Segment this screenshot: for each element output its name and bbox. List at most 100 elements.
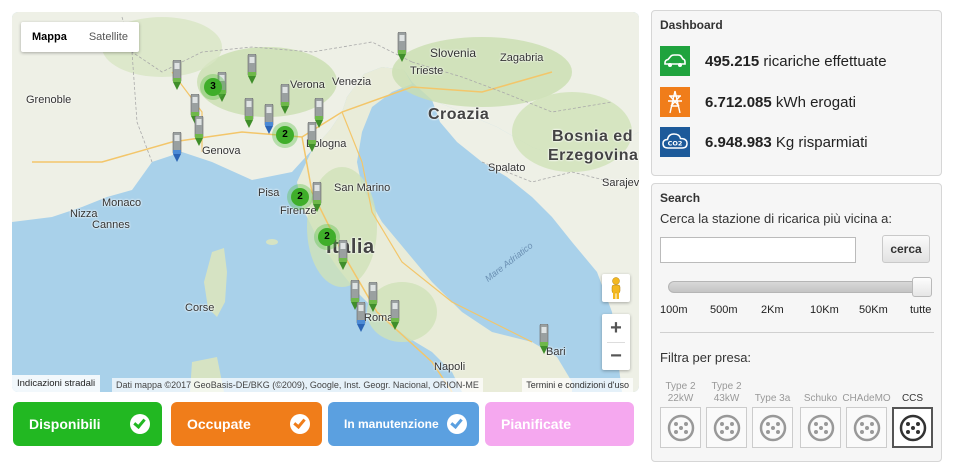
charging-station-marker[interactable]: [307, 121, 317, 152]
map-label-venezia: Venezia: [332, 76, 372, 88]
map-label-grenoble: Grenoble: [26, 94, 72, 106]
plug-name: Schuko: [803, 393, 838, 404]
plug-filter-chademo[interactable]: CHAdeMO: [842, 379, 891, 448]
street-view-pegman-button[interactable]: [602, 274, 630, 302]
plug-filter-type-2-22kw[interactable]: Type 2 22kW: [660, 379, 701, 448]
status-filter-in-manutenzione[interactable]: In manutenzione: [328, 402, 479, 446]
plug-socket-icon: [706, 407, 747, 448]
status-label: Occupate: [187, 416, 251, 432]
check-icon: [130, 414, 150, 434]
plug-socket-icon: [892, 407, 933, 448]
map-label-napoli: Napoli: [434, 361, 466, 373]
map-label-croazia: Croazia: [428, 106, 490, 123]
charging-station-marker[interactable]: [338, 239, 348, 270]
slider-tick: 2Km: [761, 304, 784, 316]
zoom-control: + −: [602, 314, 630, 370]
status-filter-occupate[interactable]: Occupate: [171, 402, 322, 446]
map-label-slovenia: Slovenia: [430, 46, 477, 60]
map-type-map-button[interactable]: Mappa: [21, 22, 78, 52]
map-footer: Indicazioni stradali Dati mappa ©2017 Ge…: [12, 374, 639, 392]
status-filter-disponibili[interactable]: Disponibili: [13, 402, 162, 446]
charging-station-marker[interactable]: [390, 299, 400, 330]
charging-station-marker[interactable]: [312, 181, 322, 212]
stat-recharges: 495.215 ricariche effettuate: [660, 46, 887, 76]
status-filter-pianificate[interactable]: Pianificate: [485, 402, 634, 446]
map-label-verona: Verona: [290, 79, 325, 91]
charging-station-marker[interactable]: [397, 31, 407, 62]
marker-cluster[interactable]: 2: [314, 224, 340, 250]
plug-filter-title: Filtra per presa:: [660, 350, 752, 365]
map-type-satellite-button[interactable]: Satellite: [78, 22, 139, 52]
charging-station-marker[interactable]: [356, 301, 366, 332]
plug-socket-icon: [846, 407, 887, 448]
map-view[interactable]: Slovenia Zagabria Trieste Verona Venezia…: [12, 12, 639, 392]
stat-unit: kWh erogati: [775, 93, 856, 111]
check-icon: [290, 414, 310, 434]
svg-text:CO2: CO2: [668, 140, 683, 148]
slider-tick: 500m: [710, 304, 738, 316]
charging-station-marker[interactable]: [172, 131, 182, 162]
charging-station-marker[interactable]: [539, 323, 549, 354]
co2-cloud-icon: CO2: [660, 127, 690, 157]
cluster-count: 2: [276, 126, 294, 144]
cluster-count: 2: [318, 228, 336, 246]
stat-co2: CO2 6.948.983 Kg risparmiati: [660, 127, 868, 157]
pegman-icon: [611, 277, 621, 299]
charging-station-marker[interactable]: [247, 53, 257, 84]
map-label-monaco: Monaco: [102, 197, 142, 209]
plug-filter-ccs[interactable]: CCS: [892, 379, 933, 448]
map-label-sarajevo: Sarajevo: [602, 177, 639, 189]
status-label: Pianificate: [501, 416, 572, 432]
zoom-in-button[interactable]: +: [602, 314, 630, 342]
map-label-genova: Genova: [202, 145, 241, 157]
slider-handle[interactable]: [912, 277, 932, 297]
search-input[interactable]: [660, 237, 856, 263]
zoom-out-button[interactable]: −: [602, 342, 630, 370]
plug-name: Type 2 43kW: [711, 381, 742, 404]
cluster-count: 2: [291, 188, 309, 206]
stat-value: 495.215: [705, 52, 760, 70]
plug-socket-icon: [752, 407, 793, 448]
plug-filter-type-3a[interactable]: Type 3a: [752, 379, 793, 448]
plug-socket-icon: [660, 407, 701, 448]
map-type-control: Mappa Satellite: [21, 22, 139, 52]
map-label-zagabria: Zagabria: [500, 52, 544, 64]
distance-slider[interactable]: [668, 277, 932, 297]
stat-value: 6.948.983: [705, 133, 772, 151]
search-panel: Search Cerca la stazione di ricarica più…: [651, 183, 942, 462]
map-label-pisa: Pisa: [258, 187, 280, 199]
slider-tick: 100m: [660, 304, 688, 316]
search-button[interactable]: cerca: [882, 235, 930, 263]
slider-track[interactable]: [668, 281, 932, 293]
search-title: Search: [660, 191, 701, 205]
terms-link[interactable]: Termini e condizioni d'uso: [522, 378, 633, 392]
map-label-bosnia: Bosnia ed: [552, 128, 633, 145]
car-icon: [660, 46, 690, 76]
charging-station-marker[interactable]: [280, 83, 290, 114]
slider-tick: tutte: [910, 304, 932, 316]
directions-link[interactable]: Indicazioni stradali: [12, 375, 101, 392]
marker-cluster[interactable]: 2: [272, 122, 298, 148]
plug-name: CHAdeMO: [842, 393, 891, 404]
plug-name: Type 2 22kW: [665, 381, 696, 404]
map-label-cannes: Cannes: [92, 219, 130, 231]
divider: [660, 332, 934, 333]
charging-station-marker[interactable]: [244, 97, 254, 128]
stat-value: 6.712.085: [705, 93, 772, 111]
marker-cluster[interactable]: 2: [287, 184, 313, 210]
plug-filter-schuko[interactable]: Schuko: [800, 379, 841, 448]
check-icon: [447, 414, 467, 434]
charging-station-marker[interactable]: [194, 115, 204, 146]
power-tower-icon: [660, 87, 690, 117]
marker-cluster[interactable]: 3: [200, 74, 226, 100]
charging-station-marker[interactable]: [172, 59, 182, 90]
dashboard-panel: Dashboard 495.215 ricariche effettuate 6…: [651, 10, 942, 176]
status-label: In manutenzione: [344, 417, 439, 431]
map-label-roma: Roma: [364, 312, 394, 324]
plug-filter-type-2-43kw[interactable]: Type 2 43kW: [706, 379, 747, 448]
charging-station-marker[interactable]: [368, 281, 378, 312]
plug-socket-icon: [800, 407, 841, 448]
plug-name: Type 3a: [754, 393, 791, 404]
search-subtitle: Cerca la stazione di ricarica più vicina…: [660, 211, 892, 226]
slider-ticks: 100m 500m 2Km 10Km 50Km tutte: [660, 304, 936, 320]
